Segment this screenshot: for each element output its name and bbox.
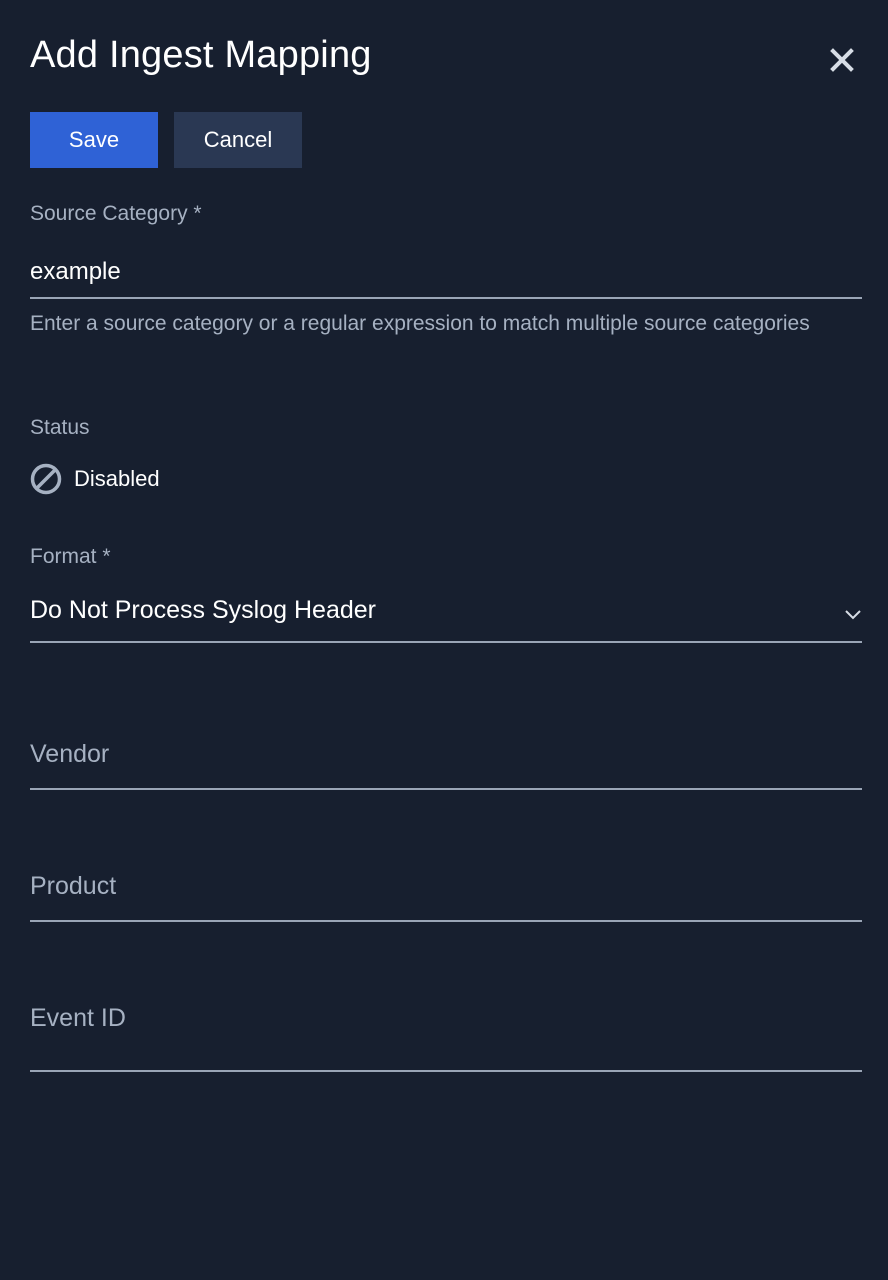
product-input[interactable]: Product bbox=[30, 872, 116, 901]
dialog-title: Add Ingest Mapping bbox=[30, 34, 372, 76]
event-id-input[interactable]: Event ID bbox=[30, 1004, 126, 1033]
source-category-label: Source Category * bbox=[30, 202, 202, 225]
product-underline bbox=[30, 920, 862, 922]
vendor-underline bbox=[30, 788, 862, 790]
format-select[interactable]: Do Not Process Syslog Header bbox=[30, 596, 376, 625]
cancel-button[interactable]: Cancel bbox=[174, 112, 302, 168]
vendor-input[interactable]: Vendor bbox=[30, 740, 109, 769]
format-label: Format * bbox=[30, 545, 111, 568]
status-label: Status bbox=[30, 416, 90, 439]
add-ingest-mapping-dialog: Add Ingest Mapping Save Cancel Source Ca… bbox=[0, 0, 888, 1280]
source-category-helper: Enter a source category or a regular exp… bbox=[30, 312, 810, 335]
format-dropdown-toggle[interactable] bbox=[843, 604, 863, 624]
source-category-underline bbox=[30, 297, 862, 299]
close-button[interactable] bbox=[826, 44, 858, 76]
chevron-down-icon bbox=[845, 610, 861, 620]
disabled-icon bbox=[30, 463, 62, 495]
status-value: Disabled bbox=[74, 466, 160, 491]
status-toggle[interactable]: Disabled bbox=[30, 462, 160, 496]
event-id-underline bbox=[30, 1070, 862, 1072]
source-category-input[interactable]: example bbox=[30, 258, 121, 286]
close-icon bbox=[830, 48, 854, 72]
save-button[interactable]: Save bbox=[30, 112, 158, 168]
format-underline bbox=[30, 641, 862, 643]
